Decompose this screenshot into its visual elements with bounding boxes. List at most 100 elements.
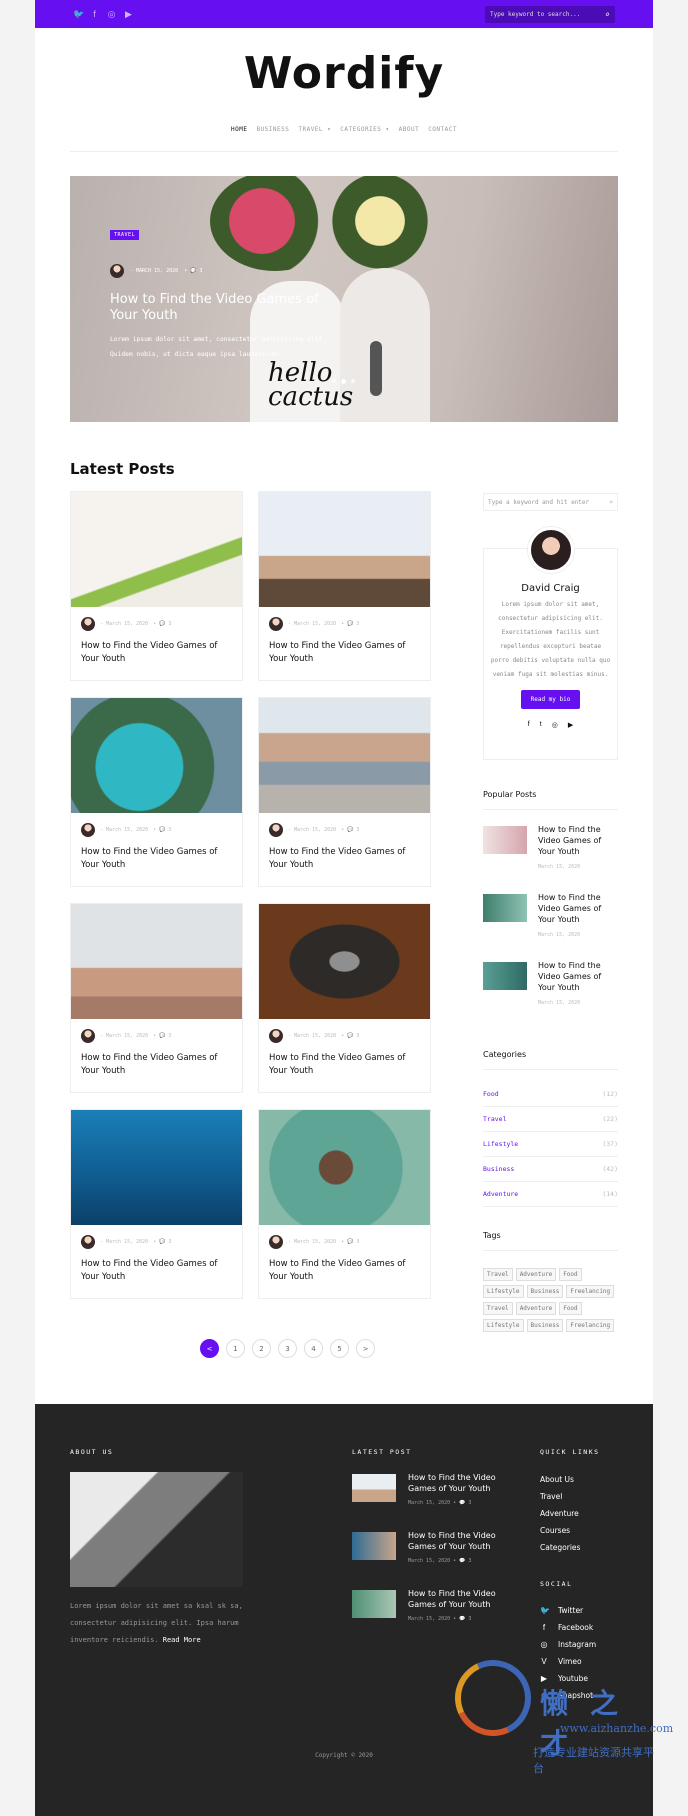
post-card[interactable]: - March 15, 2020 • 💬 3 How to Find the Vi… (70, 1109, 243, 1299)
twitter-icon[interactable]: t (540, 721, 542, 729)
tag[interactable]: Food (559, 1268, 582, 1281)
tag[interactable]: Food (559, 1302, 582, 1315)
post-card[interactable]: - March 15, 2020 • 💬 3 How to Find the Vi… (258, 1109, 431, 1299)
post-card[interactable]: - March 15, 2020 • 💬 3 How to Find the Vi… (70, 697, 243, 887)
twitter-icon[interactable]: 🐦 (73, 9, 84, 20)
post-image[interactable] (71, 904, 242, 1019)
facebook-icon[interactable]: f (90, 9, 99, 20)
nav-contact[interactable]: CONTACT (428, 126, 457, 133)
post-card[interactable]: - March 15, 2020 • 💬 3 How to Find the Vi… (70, 903, 243, 1093)
nav-about[interactable]: ABOUT (399, 126, 420, 133)
footer-link-courses[interactable]: Courses (540, 1526, 570, 1535)
post-image[interactable] (259, 904, 430, 1019)
slider-dot[interactable] (351, 379, 355, 383)
category-name[interactable]: Business (483, 1165, 514, 1173)
category-name[interactable]: Food (483, 1090, 499, 1098)
popular-post[interactable]: How to Find the Video Games of Your Yout… (483, 960, 618, 1022)
popular-post-title[interactable]: How to Find the Video Games of Your Yout… (538, 960, 616, 993)
search-icon[interactable]: ⌕ (609, 499, 613, 506)
search-icon[interactable]: ⌕ (605, 10, 610, 19)
footer-post-title[interactable]: How to Find the Video Games of Your Yout… (408, 1472, 508, 1494)
post-title[interactable]: How to Find the Video Games of Your Yout… (269, 846, 424, 872)
instagram-icon[interactable]: ◎ (107, 9, 116, 20)
popular-post-title[interactable]: How to Find the Video Games of Your Yout… (538, 824, 616, 857)
footer-link-travel[interactable]: Travel (540, 1492, 562, 1501)
tag[interactable]: Business (526, 1285, 564, 1298)
popular-post-title[interactable]: How to Find the Video Games of Your Yout… (538, 892, 616, 925)
post-title[interactable]: How to Find the Video Games of Your Yout… (269, 640, 424, 666)
post-title[interactable]: How to Find the Video Games of Your Yout… (81, 1258, 236, 1284)
post-card[interactable]: - March 15, 2020 • 💬 3 How to Find the Vi… (258, 491, 431, 681)
facebook-icon[interactable]: f (528, 721, 530, 729)
post-title[interactable]: How to Find the Video Games of Your Yout… (269, 1052, 424, 1078)
read-bio-button[interactable]: Read my bio (520, 690, 581, 709)
popular-post-thumb[interactable] (483, 962, 527, 990)
footer-post-thumb[interactable] (352, 1532, 396, 1560)
post-card[interactable]: - March 15, 2020 • 💬 3 How to Find the Vi… (70, 491, 243, 681)
top-search-input[interactable]: Type keyword to search... ⌕ (485, 5, 615, 23)
footer-link-about[interactable]: About Us (540, 1475, 574, 1484)
youtube-icon[interactable]: ▶ (124, 9, 133, 20)
category-item[interactable]: Adventure (14) (483, 1190, 618, 1207)
page-button-4[interactable]: 4 (304, 1339, 323, 1358)
slider-dot[interactable] (332, 379, 336, 383)
post-image[interactable] (259, 1110, 430, 1225)
category-name[interactable]: Travel (483, 1115, 506, 1123)
tag[interactable]: Travel (483, 1302, 513, 1315)
youtube-icon[interactable]: ▶ (568, 721, 573, 729)
hero-title[interactable]: How to Find the Video Games of Your Yout… (110, 292, 330, 324)
footer-social-facebook[interactable]: f Facebook (540, 1623, 593, 1632)
hero-category-badge[interactable]: TRAVEL (110, 230, 140, 240)
tag[interactable]: Adventure (515, 1268, 557, 1281)
tag[interactable]: Freelancing (566, 1285, 615, 1298)
footer-post-title[interactable]: How to Find the Video Games of Your Yout… (408, 1530, 508, 1552)
tag[interactable]: Travel (483, 1268, 513, 1281)
nav-travel[interactable]: TRAVEL ▾ (298, 126, 331, 133)
category-item[interactable]: Lifestyle (37) (483, 1140, 618, 1157)
popular-post[interactable]: How to Find the Video Games of Your Yout… (483, 892, 618, 954)
nav-home[interactable]: HOME (231, 126, 247, 133)
instagram-icon[interactable]: ◎ (552, 721, 558, 729)
footer-post-title[interactable]: How to Find the Video Games of Your Yout… (408, 1588, 508, 1610)
post-image[interactable] (259, 698, 430, 813)
page-button-3[interactable]: 3 (278, 1339, 297, 1358)
post-title[interactable]: How to Find the Video Games of Your Yout… (81, 640, 236, 666)
post-title[interactable]: How to Find the Video Games of Your Yout… (269, 1258, 424, 1284)
post-title[interactable]: How to Find the Video Games of Your Yout… (81, 1052, 236, 1078)
page-prev-button[interactable]: < (200, 1339, 219, 1358)
footer-post-thumb[interactable] (352, 1590, 396, 1618)
category-item[interactable]: Business (42) (483, 1165, 618, 1182)
sidebar-search-input[interactable]: Type a keyword and hit enter ⌕ (483, 493, 618, 511)
tag[interactable]: Lifestyle (483, 1319, 524, 1332)
page-button-1[interactable]: 1 (226, 1339, 245, 1358)
page-button-2[interactable]: 2 (252, 1339, 271, 1358)
site-logo[interactable]: Wordify (35, 48, 653, 99)
popular-post-thumb[interactable] (483, 826, 527, 854)
read-more-link[interactable]: Read More (163, 1636, 201, 1644)
footer-link-adventure[interactable]: Adventure (540, 1509, 579, 1518)
hero-slider[interactable]: hello cactus TRAVEL - MARCH 15, 2020 • 💬… (70, 176, 618, 422)
post-image[interactable] (71, 492, 242, 607)
tag[interactable]: Lifestyle (483, 1285, 524, 1298)
nav-business[interactable]: BUSINESS (256, 126, 289, 133)
category-name[interactable]: Lifestyle (483, 1140, 518, 1148)
tag[interactable]: Freelancing (566, 1319, 615, 1332)
popular-post-thumb[interactable] (483, 894, 527, 922)
tag[interactable]: Adventure (515, 1302, 557, 1315)
slider-dot-active[interactable] (341, 379, 346, 384)
post-card[interactable]: - March 15, 2020 • 💬 3 How to Find the Vi… (258, 697, 431, 887)
post-image[interactable] (71, 698, 242, 813)
post-image[interactable] (71, 1110, 242, 1225)
footer-social-twitter[interactable]: 🐦 Twitter (540, 1606, 583, 1615)
popular-post[interactable]: How to Find the Video Games of Your Yout… (483, 824, 618, 886)
tag[interactable]: Business (526, 1319, 564, 1332)
category-item[interactable]: Travel (22) (483, 1115, 618, 1132)
nav-categories[interactable]: CATEGORIES ▾ (340, 126, 389, 133)
category-name[interactable]: Adventure (483, 1190, 518, 1198)
post-card[interactable]: - March 15, 2020 • 💬 3 How to Find the Vi… (258, 903, 431, 1093)
page-button-5[interactable]: 5 (330, 1339, 349, 1358)
footer-link-categories[interactable]: Categories (540, 1543, 580, 1552)
page-next-button[interactable]: > (356, 1339, 375, 1358)
post-image[interactable] (259, 492, 430, 607)
category-item[interactable]: Food (12) (483, 1090, 618, 1107)
